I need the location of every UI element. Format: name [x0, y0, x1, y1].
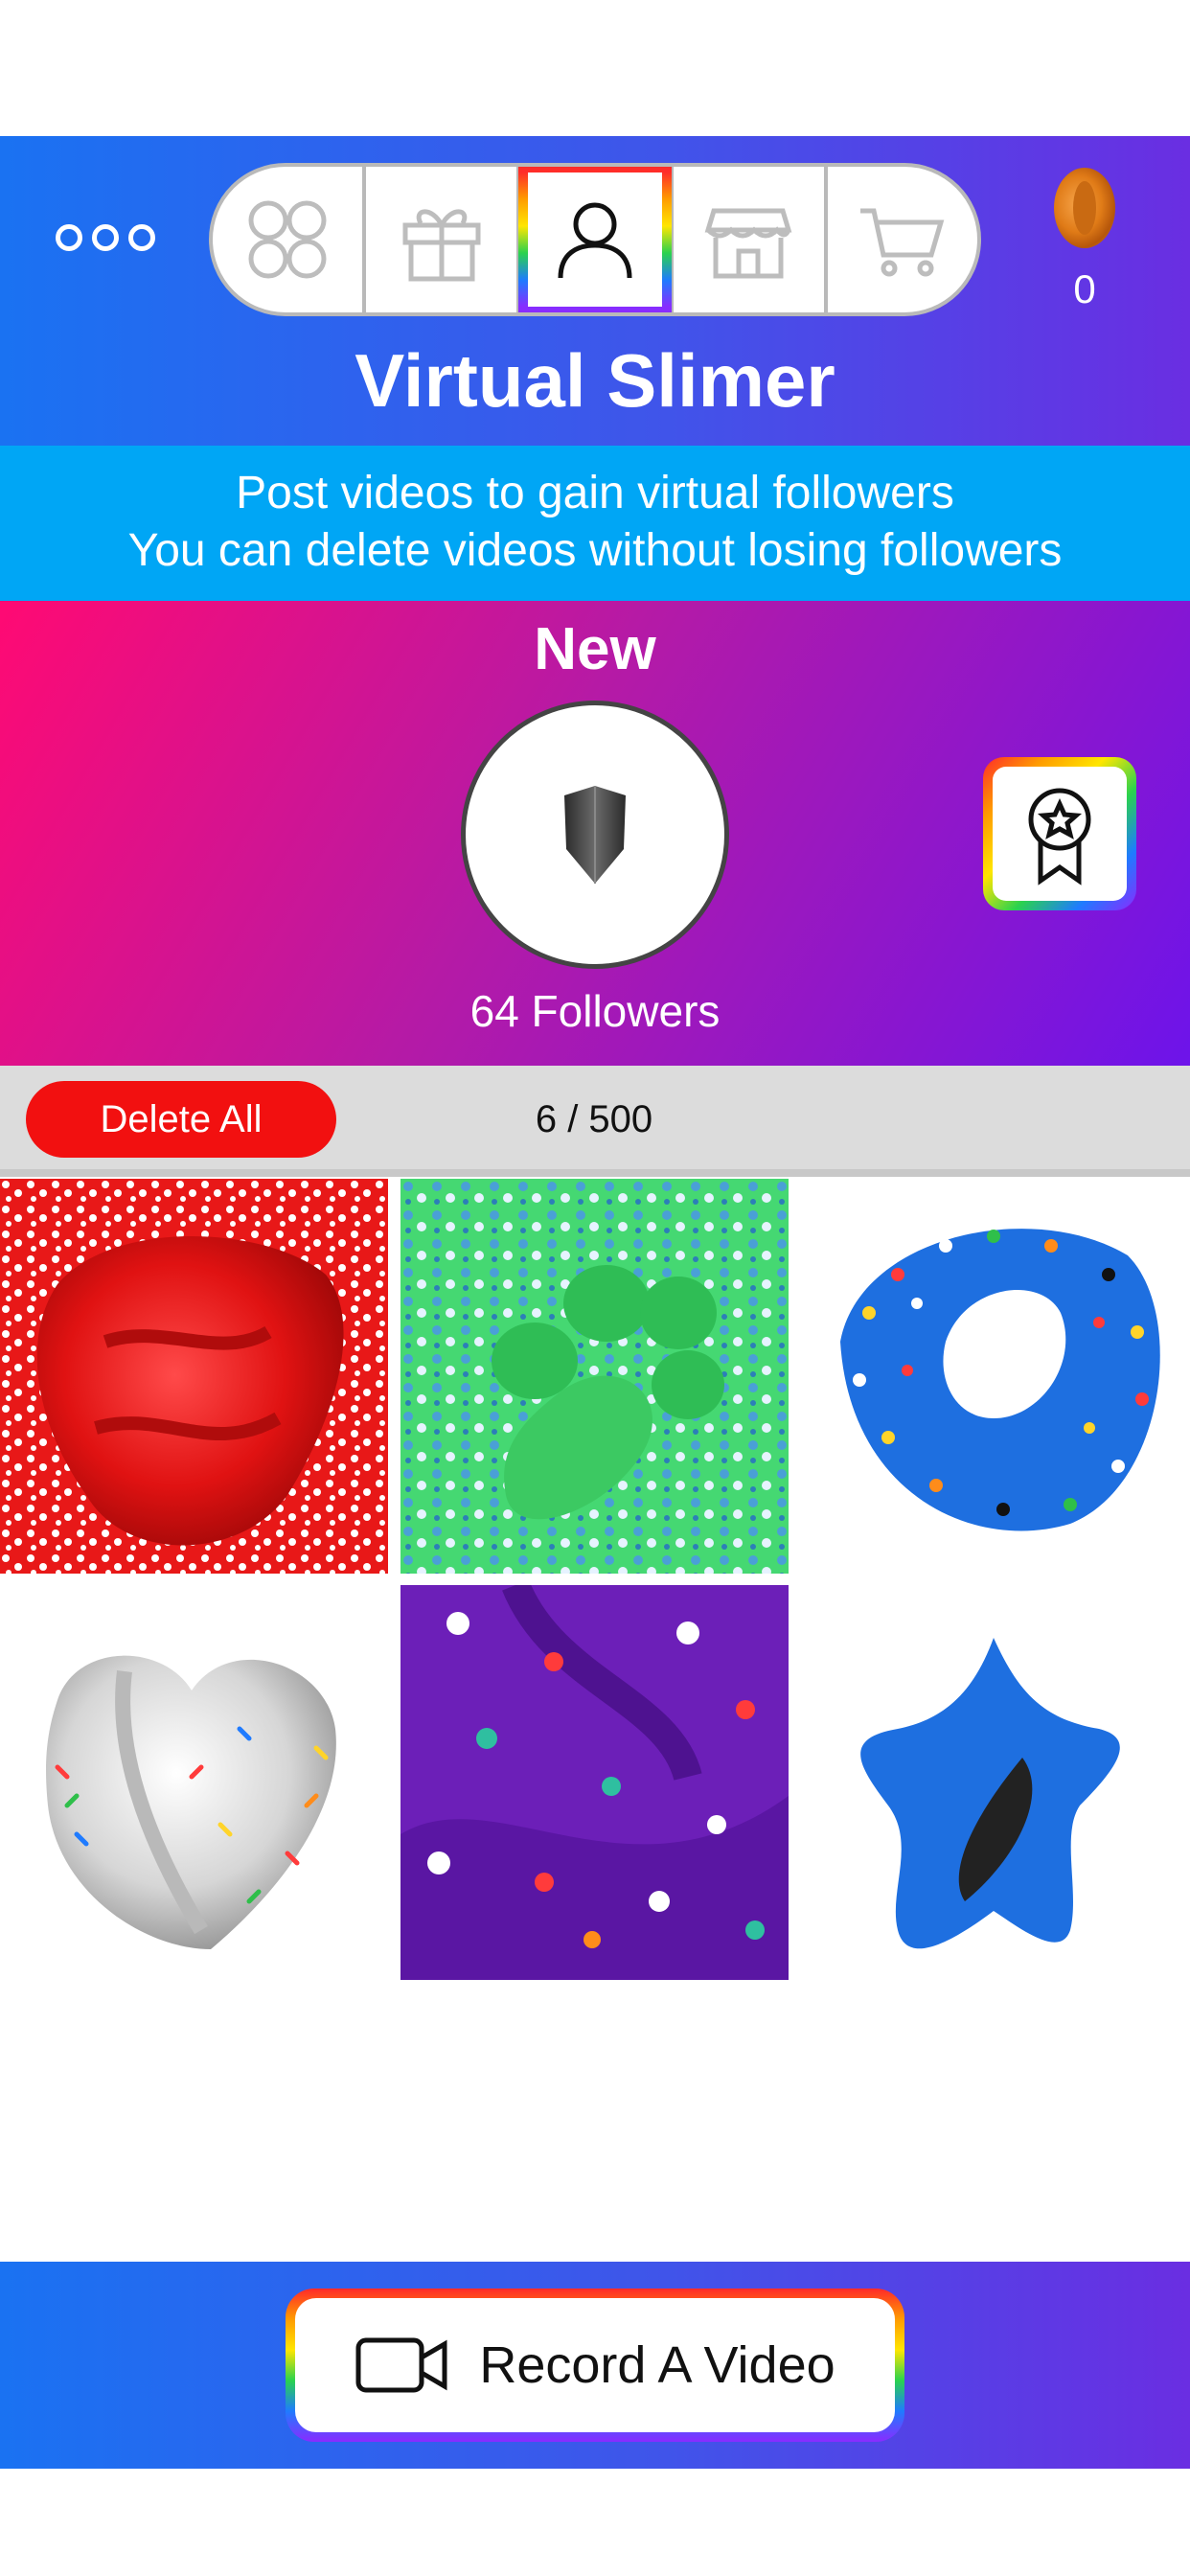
page-title: Virtual Slimer [355, 338, 835, 423]
green-slime-thumbnail[interactable] [400, 1179, 789, 1574]
tab-gifts[interactable] [366, 167, 520, 312]
cart-icon [859, 208, 945, 277]
tab-bar [209, 163, 981, 316]
gift-icon [402, 209, 481, 282]
coin-count: 0 [1073, 266, 1096, 311]
followers-count: 64 Followers [469, 986, 721, 1036]
white-heart-slime-thumbnail[interactable] [0, 1585, 388, 1980]
achievements-button[interactable] [983, 757, 1136, 910]
record-video-label: Record A Video [479, 2336, 835, 2394]
record-video-button[interactable]: Record A Video [286, 2288, 904, 2442]
tab-cart[interactable] [828, 167, 977, 312]
delete-all-button[interactable]: Delete All [26, 1081, 336, 1158]
coin-icon [1054, 168, 1115, 248]
purple-slime-thumbnail[interactable] [400, 1585, 789, 1980]
video-count: 6 / 500 [535, 1098, 653, 1140]
rank-label: New [534, 616, 656, 682]
dot-icon [56, 224, 82, 251]
tab-profile[interactable] [519, 167, 675, 312]
blue-donut-slime-thumbnail[interactable] [802, 1179, 1190, 1574]
red-slime-thumbnail[interactable] [0, 1179, 388, 1574]
info-line-2: You can delete videos without losing fol… [127, 525, 1063, 576]
blue-star-slime-thumbnail[interactable] [802, 1585, 1190, 1980]
shield-badge-icon [564, 786, 626, 884]
storefront-icon [705, 208, 792, 279]
dot-icon [92, 224, 119, 251]
more-menu-button[interactable] [48, 213, 163, 263]
avatar[interactable] [461, 701, 729, 969]
tab-collection[interactable] [213, 167, 367, 312]
dot-icon [128, 224, 155, 251]
four-circles-icon [248, 200, 327, 279]
app-screen: 0 Virtual Slimer Post videos to gain vir… [0, 0, 1190, 2576]
award-ribbon-icon [1028, 788, 1091, 886]
tab-shop[interactable] [674, 167, 828, 312]
info-banner: Post videos to gain virtual followers Yo… [0, 446, 1190, 601]
user-icon [558, 202, 632, 279]
info-line-1: Post videos to gain virtual followers [236, 468, 954, 518]
video-camera-icon [355, 2337, 447, 2393]
